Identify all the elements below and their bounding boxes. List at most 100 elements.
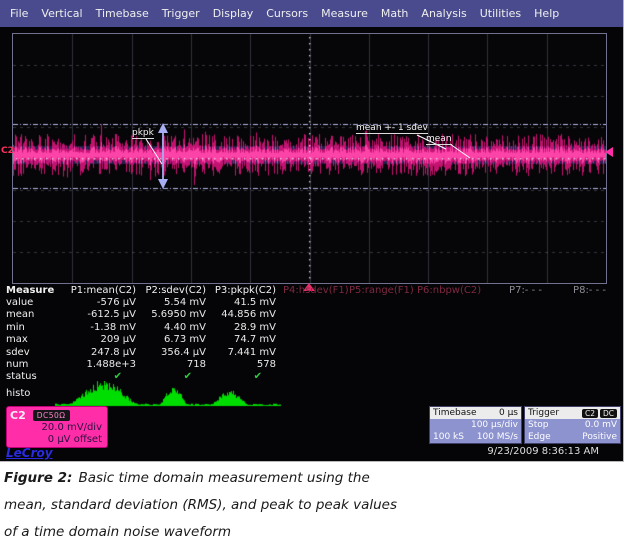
p2-value: 5.54 mV	[136, 297, 206, 308]
trigger-coupling-badge: DC	[600, 409, 617, 418]
p2-min: 4.40 mV	[136, 322, 206, 333]
menu-measure[interactable]: Measure	[321, 7, 368, 20]
menu-timebase[interactable]: Timebase	[96, 7, 149, 20]
measure-row-min: min -1.38 mV 4.40 mV 28.9 mV	[0, 321, 614, 333]
oscilloscope-screenshot: File Vertical Timebase Trigger Display C…	[0, 0, 624, 462]
caption-label: Figure 2:	[4, 470, 72, 486]
p3-max: 74.7 mV	[206, 334, 276, 345]
datetime: 9/23/2009 8:36:13 AM	[487, 446, 599, 457]
caption-line-1: Figure 2: Basic time domain measurement u…	[4, 470, 620, 487]
measure-header-row: Measure P1:mean(C2) P2:sdev(C2) P3:pkpk(…	[0, 284, 614, 296]
menu-utilities[interactable]: Utilities	[480, 7, 521, 20]
row-label: num	[0, 359, 50, 370]
caption-line-3: of a time domain noise waveform	[4, 524, 620, 541]
menu-analysis[interactable]: Analysis	[421, 7, 466, 20]
figure-caption: Figure 2: Basic time domain measurement u…	[0, 465, 624, 547]
menu-help[interactable]: Help	[534, 7, 559, 20]
menubar: File Vertical Timebase Trigger Display C…	[0, 0, 623, 27]
trigger-mode: Stop	[528, 420, 548, 430]
trigger-slope: Positive	[582, 432, 617, 442]
p2-sdev: 356.4 µV	[136, 347, 206, 358]
channel-volts-per-div: 20.0 mV/div	[7, 422, 107, 434]
mean-leader-line	[450, 144, 470, 158]
menu-cursors[interactable]: Cursors	[266, 7, 308, 20]
timebase-sample-rate: 100 MS/s	[477, 432, 518, 442]
timebase-samples: 100 kS	[433, 432, 464, 442]
pkpk-arrow-icon	[158, 123, 168, 189]
timebase-descriptor[interactable]: Timebase 0 µs 100 µs/div 100 kS 100 MS/s	[429, 406, 522, 444]
menu-display[interactable]: Display	[213, 7, 254, 20]
channel-coupling-badge: DC50Ω	[33, 410, 70, 421]
row-label: max	[0, 334, 50, 345]
row-label: sdev	[0, 347, 50, 358]
lecroy-logo: LeCroy	[6, 446, 53, 460]
p3-mean: 44.856 mV	[206, 309, 276, 320]
p1-num: 1.488e+3	[50, 359, 136, 370]
p7-header[interactable]: P7:- - -	[486, 285, 550, 296]
timebase-header: Timebase 0 µs	[430, 407, 521, 419]
row-label: value	[0, 297, 50, 308]
measure-table: Measure P1:mean(C2) P2:sdev(C2) P3:pkpk(…	[0, 284, 614, 383]
p3-min: 28.9 mV	[206, 322, 276, 333]
timebase-title: Timebase	[433, 408, 476, 418]
trigger-body: Stop 0.0 mV Edge Positive	[525, 419, 620, 443]
mean-annotation: mean	[426, 134, 452, 145]
p4-header[interactable]: P4:hsdev(F1)	[276, 285, 342, 296]
p2-max: 6.73 mV	[136, 334, 206, 345]
pkpk-annotation: pkpk	[132, 128, 154, 139]
trigger-level-marker-icon[interactable]	[605, 147, 613, 157]
p1-value: -576 µV	[50, 297, 136, 308]
trigger-badges: C2 DC	[582, 409, 617, 418]
waveform-display: pkpk mean +- 1 sdev mean	[12, 33, 607, 284]
channel-offset: 0 µV offset	[7, 434, 107, 446]
measure-row-max: max 209 µV 6.73 mV 74.7 mV	[0, 334, 614, 346]
menu-trigger[interactable]: Trigger	[162, 7, 200, 20]
channel-c2-zero-marker[interactable]: C2	[1, 146, 14, 156]
timebase-scale: 100 µs/div	[471, 420, 518, 430]
menu-math[interactable]: Math	[381, 7, 409, 20]
trigger-descriptor[interactable]: Trigger C2 DC Stop 0.0 mV Edge Positive	[524, 406, 621, 444]
trigger-header: Trigger C2 DC	[525, 407, 620, 419]
row-label: mean	[0, 309, 50, 320]
p3-header[interactable]: P3:pkpk(C2)	[206, 285, 276, 296]
p2-mean: 5.6950 mV	[136, 309, 206, 320]
trigger-level: 0.0 mV	[585, 420, 617, 430]
caption-text-1: Basic time domain measurement using the	[78, 470, 369, 486]
channel-title-line: C2 DC50Ω	[7, 407, 107, 422]
p1-header[interactable]: P1:mean(C2)	[50, 285, 136, 296]
p2-num: 718	[136, 359, 206, 370]
pkpk-leader-line	[146, 139, 162, 164]
p2-header[interactable]: P2:sdev(C2)	[136, 285, 206, 296]
measure-title: Measure	[0, 285, 50, 296]
mean-sdev-annotation: mean +- 1 sdev	[356, 123, 428, 134]
channel-name: C2	[10, 409, 26, 422]
menu-file[interactable]: File	[10, 7, 28, 20]
caption-line-2: mean, standard deviation (RMS), and peak…	[4, 497, 620, 514]
channel-descriptor-c2[interactable]: C2 DC50Ω 20.0 mV/div 0 µV offset	[6, 406, 108, 448]
measure-row-sdev: sdev 247.8 µV 356.4 µV 7.441 mV	[0, 346, 614, 358]
page: File Vertical Timebase Trigger Display C…	[0, 0, 624, 547]
row-label: min	[0, 322, 50, 333]
p1-max: 209 µV	[50, 334, 136, 345]
p3-num: 578	[206, 359, 276, 370]
trigger-type: Edge	[528, 432, 551, 442]
p1-mean: -612.5 µV	[50, 309, 136, 320]
p1-sdev: 247.8 µV	[50, 347, 136, 358]
trigger-source-badge: C2	[582, 409, 598, 418]
measure-row-num: num 1.488e+3 718 578	[0, 358, 614, 370]
histo-row-label: histo	[6, 388, 30, 399]
measure-row-mean: mean -612.5 µV 5.6950 mV 44.856 mV	[0, 309, 614, 321]
trigger-title: Trigger	[528, 408, 559, 418]
timebase-body: 100 µs/div 100 kS 100 MS/s	[430, 419, 521, 443]
p3-sdev: 7.441 mV	[206, 347, 276, 358]
p3-value: 41.5 mV	[206, 297, 276, 308]
p6-header[interactable]: P6:nbpw(C2)	[410, 285, 486, 296]
p5-header[interactable]: P5:range(F1)	[342, 285, 410, 296]
timebase-position: 0 µs	[499, 408, 518, 418]
annotation-overlay	[13, 34, 606, 283]
histogram-canvas	[0, 381, 320, 409]
menu-vertical[interactable]: Vertical	[41, 7, 82, 20]
p1-min: -1.38 mV	[50, 322, 136, 333]
measure-row-value: value -576 µV 5.54 mV 41.5 mV	[0, 296, 614, 308]
p8-header[interactable]: P8:- - -	[550, 285, 614, 296]
